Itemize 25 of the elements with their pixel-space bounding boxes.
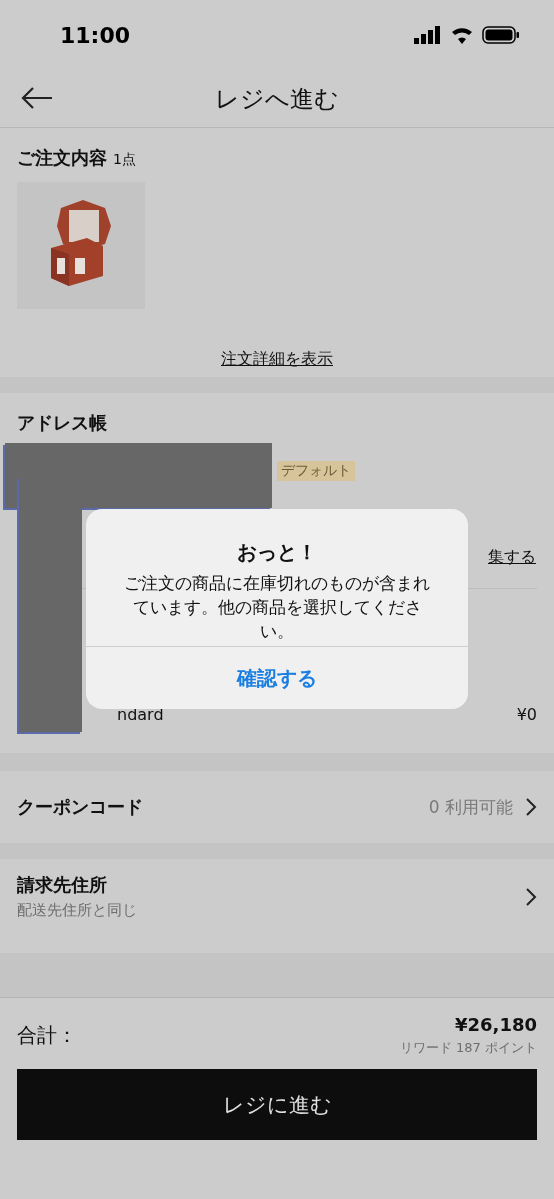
signal-icon (414, 26, 442, 44)
edit-link[interactable]: 集する (488, 547, 536, 568)
wifi-icon (450, 26, 474, 44)
billing-title: 請求先住所 (17, 873, 108, 897)
battery-icon (482, 26, 520, 44)
total-label: 合計： (17, 1022, 77, 1049)
checkout-button[interactable]: レジに進む (17, 1069, 537, 1140)
back-arrow-icon[interactable] (20, 86, 54, 110)
chevron-right-icon (525, 797, 537, 817)
alert-title: おっと！ (237, 539, 317, 566)
shipping-price: ¥0 (516, 705, 537, 724)
alert-message: ご注文の商品に在庫切れのものが含まれています。他の商品を選択してください。 (123, 573, 431, 643)
item-count: 1点 (113, 151, 136, 167)
default-tag: デフォルト (277, 461, 355, 481)
confirm-button[interactable]: 確認する (86, 646, 468, 709)
chevron-right-icon (525, 886, 537, 907)
section-title: アドレス帳 (17, 411, 108, 435)
order-details-link[interactable]: 注文詳細を表示 (221, 349, 333, 370)
coupon-label: クーポンコード (17, 795, 143, 819)
reward-points: リワード 187 ポイント (399, 1039, 537, 1057)
total-price: ¥26,180 (455, 1014, 537, 1035)
billing-subtitle: 配送先住所と同じ (17, 901, 137, 920)
section-title: ご注文内容 (17, 147, 107, 168)
status-time: 11:00 (60, 22, 131, 48)
page-title: レジへ進む (215, 83, 339, 115)
